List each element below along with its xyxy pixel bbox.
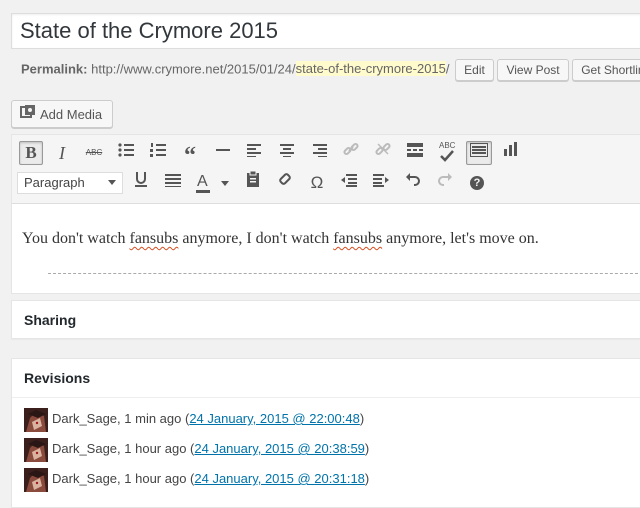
revision-time: , 1 min ago ( xyxy=(117,411,190,426)
revision-author: Dark_Sage xyxy=(52,441,118,456)
revision-link[interactable]: 24 January, 2015 @ 20:31:18 xyxy=(194,471,365,486)
toolbar-toggle-icon[interactable] xyxy=(466,141,492,165)
redo-icon[interactable] xyxy=(433,171,457,195)
unlink-icon[interactable] xyxy=(371,141,395,165)
revision-time: , 1 hour ago ( xyxy=(117,441,195,456)
revision-end: ) xyxy=(359,411,365,426)
align-left-icon[interactable] xyxy=(243,141,267,165)
italic-button[interactable]: I xyxy=(50,141,74,165)
content-text-part: You don't watch xyxy=(22,230,130,247)
sharing-title: Sharing xyxy=(24,312,77,328)
revision-item: Dark_Sage, 1 hour ago (24 January, 2015 … xyxy=(24,467,370,492)
horizontal-line-icon[interactable] xyxy=(211,141,235,165)
permalink-base: http://www.crymore.net/2015/01/24/ xyxy=(91,61,296,77)
misspelled-word[interactable]: fansubs xyxy=(129,230,178,247)
justify-icon[interactable] xyxy=(161,171,185,195)
stats-icon[interactable] xyxy=(499,141,523,165)
divider xyxy=(12,397,640,398)
revision-end: ) xyxy=(364,471,370,486)
misspelled-word[interactable]: fansubs xyxy=(333,230,382,247)
align-right-icon[interactable] xyxy=(307,141,331,165)
read-more-separator xyxy=(48,273,640,274)
permalink-row: Permalink: http://www.crymore.net/2015/0… xyxy=(21,59,640,81)
revision-link[interactable]: 24 January, 2015 @ 22:00:48 xyxy=(189,411,360,426)
revision-link[interactable]: 24 January, 2015 @ 20:38:59 xyxy=(194,441,365,456)
spellcheck-icon[interactable]: ABC xyxy=(435,141,459,165)
avatar xyxy=(24,437,48,462)
edit-permalink-button[interactable]: Edit xyxy=(455,59,494,81)
revisions-title[interactable]: Revisions xyxy=(24,370,90,386)
align-center-icon[interactable] xyxy=(275,141,299,165)
chevron-down-icon xyxy=(221,181,229,186)
undo-icon[interactable] xyxy=(401,171,425,195)
content-text-part: anymore, let's move on. xyxy=(382,230,539,247)
underline-icon[interactable] xyxy=(129,171,153,195)
special-character-icon[interactable]: Ω xyxy=(305,171,329,195)
bold-button[interactable]: B xyxy=(19,141,43,165)
revision-item: Dark_Sage, 1 hour ago (24 January, 2015 … xyxy=(24,437,370,462)
clear-formatting-icon[interactable] xyxy=(273,171,297,195)
media-icon xyxy=(20,101,36,127)
content-text-part: anymore, I don't watch xyxy=(178,230,334,247)
editor-content-text[interactable]: You don't watch fansubs anymore, I don't… xyxy=(22,230,539,248)
post-title-input[interactable]: State of the Crymore 2015 xyxy=(11,13,640,49)
format-select-value: Paragraph xyxy=(24,175,85,190)
revision-time: , 1 hour ago ( xyxy=(117,471,195,486)
text-color-icon[interactable]: A xyxy=(193,171,233,195)
blockquote-icon[interactable]: “ xyxy=(178,141,202,169)
help-icon[interactable]: ? xyxy=(465,171,489,195)
read-more-icon[interactable] xyxy=(403,141,427,165)
permalink-label: Permalink: xyxy=(21,61,88,77)
view-post-button[interactable]: View Post xyxy=(497,59,569,81)
add-media-button[interactable]: Add Media xyxy=(11,100,114,128)
avatar xyxy=(24,407,48,432)
revision-author: Dark_Sage xyxy=(52,471,118,486)
indent-icon[interactable] xyxy=(369,171,393,195)
chevron-down-icon xyxy=(108,180,116,185)
revision-author: Dark_Sage xyxy=(52,411,118,426)
avatar xyxy=(24,467,48,492)
strikethrough-button[interactable]: ABC xyxy=(82,141,106,165)
get-shortlink-button[interactable]: Get Shortlink xyxy=(572,59,640,81)
revision-item: Dark_Sage, 1 min ago (24 January, 2015 @… xyxy=(24,407,365,432)
permalink-trail: / xyxy=(445,61,450,77)
link-icon[interactable] xyxy=(339,141,363,165)
numbered-list-icon[interactable] xyxy=(146,141,170,165)
format-select[interactable]: Paragraph xyxy=(17,172,123,194)
add-media-label: Add Media xyxy=(40,107,103,122)
bulleted-list-icon[interactable] xyxy=(114,141,138,165)
outdent-icon[interactable] xyxy=(337,171,361,195)
permalink-slug[interactable]: state-of-the-crymore-2015 xyxy=(295,61,446,77)
revision-end: ) xyxy=(364,441,370,456)
sharing-box[interactable]: Sharing xyxy=(11,300,640,339)
paste-text-icon[interactable] xyxy=(241,170,265,195)
